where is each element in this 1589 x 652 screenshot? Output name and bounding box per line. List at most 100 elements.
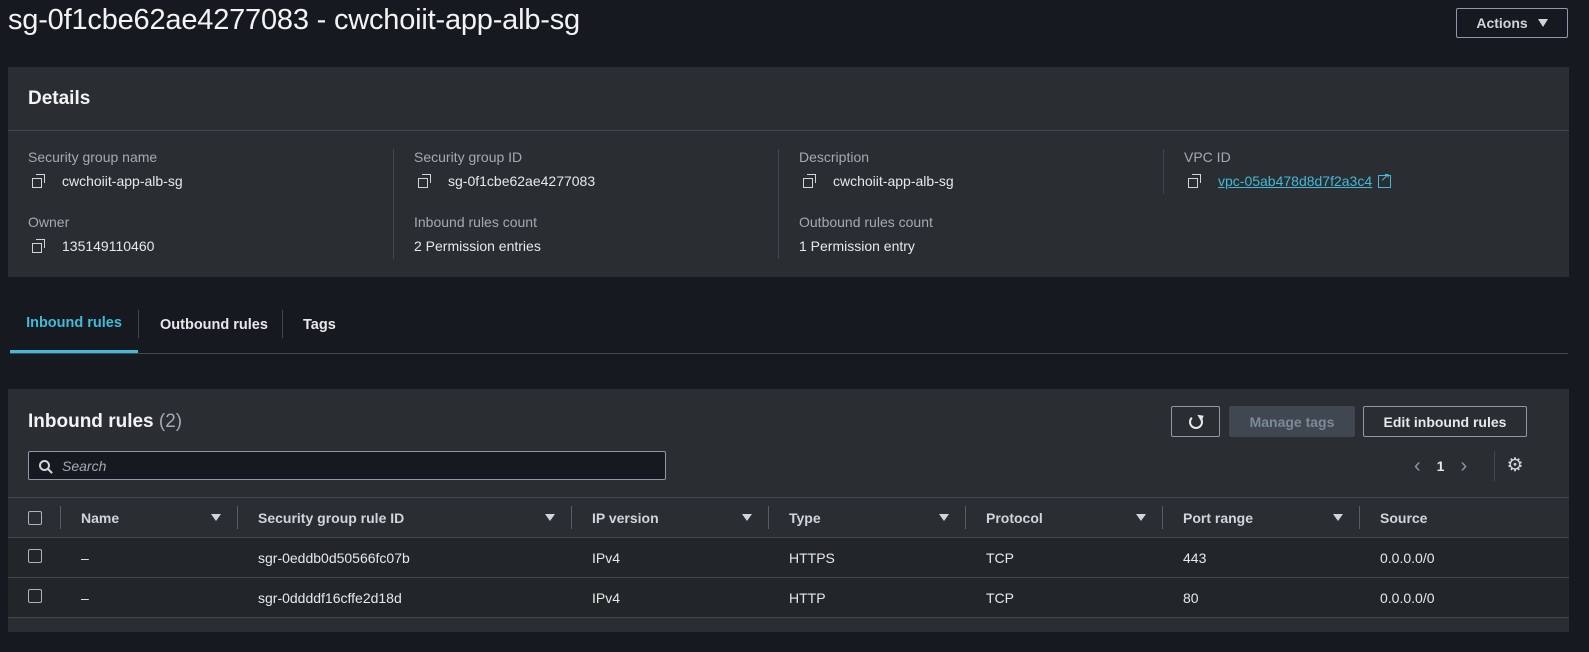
cell-protocol: TCP — [986, 549, 1014, 566]
tab-tags[interactable]: Tags — [303, 296, 336, 353]
outbound-count-value: 1 Permission entry — [799, 238, 915, 254]
actions-label: Actions — [1476, 15, 1528, 31]
cell-port-range: 443 — [1183, 549, 1207, 566]
details-column-2: Security group ID sg-0f1cbe62ae4277083 I… — [393, 149, 759, 259]
copy-icon[interactable] — [32, 174, 46, 188]
column-header-type[interactable]: Type — [769, 497, 966, 538]
column-header-port-range[interactable]: Port range — [1163, 497, 1360, 538]
gear-icon[interactable]: ⚙ — [1505, 455, 1525, 476]
select-all-checkbox[interactable] — [28, 510, 42, 525]
sort-icon[interactable] — [939, 514, 949, 521]
pager-divider — [1494, 451, 1495, 481]
copy-icon[interactable] — [803, 174, 817, 188]
details-header: Details — [8, 67, 1569, 131]
search-input[interactable] — [60, 456, 624, 475]
cell-name: – — [81, 589, 89, 606]
column-label: Type — [789, 509, 821, 526]
column-header-rule-id[interactable]: Security group rule ID — [238, 497, 572, 538]
column-header-ip-version[interactable]: IP version — [572, 497, 769, 538]
page-title: sg-0f1cbe62ae4277083 - cwchoiit-app-alb-… — [8, 4, 580, 36]
vpc-id-label: VPC ID — [1184, 149, 1231, 165]
owner-value: 135149110460 — [62, 238, 155, 254]
manage-tags-button[interactable]: Manage tags — [1229, 406, 1355, 437]
row-checkbox[interactable] — [28, 549, 42, 563]
column-header-protocol[interactable]: Protocol — [966, 497, 1163, 538]
table-header-row: Name Security group rule ID IP version T… — [8, 497, 1569, 538]
edit-inbound-rules-button[interactable]: Edit inbound rules — [1363, 406, 1527, 437]
cell-source: 0.0.0.0/0 — [1380, 589, 1435, 606]
cell-type: HTTPS — [789, 549, 835, 566]
tab-inbound-rules[interactable]: Inbound rules — [10, 296, 138, 353]
chevron-left-icon[interactable]: ‹ — [1414, 455, 1421, 478]
security-group-name-field: Security group name cwchoiit-app-alb-sg — [28, 149, 183, 189]
external-link-icon — [1378, 170, 1392, 188]
security-group-name-label: Security group name — [28, 149, 158, 165]
refresh-button[interactable] — [1171, 406, 1220, 437]
column-label: Name — [81, 509, 120, 526]
security-group-id-value: sg-0f1cbe62ae4277083 — [448, 173, 596, 189]
copy-icon[interactable] — [418, 174, 432, 188]
tab-divider — [282, 310, 283, 338]
pagination: ‹ 1 › — [1414, 455, 1467, 477]
outbound-count-label: Outbound rules count — [799, 214, 933, 230]
sort-icon[interactable] — [545, 514, 555, 521]
cell-ip-version: IPv4 — [592, 589, 621, 606]
cell-rule-id: sgr-0eddb0d50566fc07b — [258, 549, 410, 566]
description-label: Description — [799, 149, 870, 165]
select-all-header — [8, 497, 61, 538]
description-field: Description cwchoiit-app-alb-sg — [799, 149, 954, 189]
cell-protocol: TCP — [986, 589, 1014, 606]
vpc-id-field: VPC ID vpc-05ab478d8d7f2a3c4 — [1184, 149, 1392, 189]
column-header-name[interactable]: Name — [61, 497, 238, 538]
actions-button[interactable]: Actions — [1456, 8, 1568, 38]
tab-bar: Inbound rules Outbound rules Tags — [10, 296, 1568, 354]
cell-source: 0.0.0.0/0 — [1380, 549, 1435, 566]
tab-divider — [138, 310, 139, 338]
details-column-3: Description cwchoiit-app-alb-sg Outbound… — [778, 149, 1144, 259]
rules-table: Name Security group rule ID IP version T… — [8, 497, 1569, 618]
column-label: Security group rule ID — [258, 509, 405, 526]
table-row[interactable]: – sgr-0eddb0d50566fc07b IPv4 HTTPS TCP 4… — [8, 537, 1569, 578]
owner-label: Owner — [28, 214, 70, 230]
tab-outbound-rules[interactable]: Outbound rules — [160, 296, 268, 353]
description-value: cwchoiit-app-alb-sg — [833, 173, 954, 189]
refresh-icon — [1188, 414, 1203, 429]
inbound-count-label: Inbound rules count — [414, 214, 537, 230]
inbound-count-field: Inbound rules count 2 Permission entries — [414, 214, 541, 254]
sort-icon[interactable] — [742, 514, 752, 521]
search-icon — [39, 460, 50, 471]
cell-port-range: 80 — [1183, 589, 1199, 606]
security-group-id-label: Security group ID — [414, 149, 523, 165]
cell-type: HTTP — [789, 589, 826, 606]
security-group-name-value: cwchoiit-app-alb-sg — [62, 173, 183, 189]
security-group-id-field: Security group ID sg-0f1cbe62ae4277083 — [414, 149, 595, 189]
column-header-source[interactable]: Source — [1360, 497, 1569, 538]
search-box[interactable] — [28, 451, 666, 480]
chevron-right-icon[interactable]: › — [1460, 455, 1467, 478]
copy-icon[interactable] — [1188, 174, 1202, 188]
rules-title: Inbound rules (2) — [28, 411, 182, 433]
outbound-count-field: Outbound rules count 1 Permission entry — [799, 214, 933, 254]
page-number[interactable]: 1 — [1437, 458, 1445, 474]
column-label: Protocol — [986, 509, 1043, 526]
column-label: Source — [1380, 509, 1428, 526]
table-row[interactable]: – sgr-0ddddf16cffe2d18d IPv4 HTTP TCP 80… — [8, 577, 1569, 618]
cell-name: – — [81, 549, 89, 566]
inbound-count-value: 2 Permission entries — [414, 238, 541, 254]
copy-icon[interactable] — [32, 239, 46, 253]
column-label: IP version — [592, 509, 659, 526]
rules-title-text: Inbound rules — [28, 411, 154, 432]
cell-rule-id: sgr-0ddddf16cffe2d18d — [258, 589, 402, 606]
sort-icon[interactable] — [211, 514, 221, 521]
inbound-rules-panel: Inbound rules (2) Manage tags Edit inbou… — [8, 389, 1569, 632]
cell-ip-version: IPv4 — [592, 549, 621, 566]
sort-icon[interactable] — [1136, 514, 1146, 521]
caret-down-icon — [1537, 19, 1548, 27]
vpc-id-link[interactable]: vpc-05ab478d8d7f2a3c4 — [1218, 173, 1372, 189]
owner-field: Owner 135149110460 — [28, 214, 154, 254]
details-panel: Details Security group name cwchoiit-app… — [8, 67, 1569, 277]
row-checkbox[interactable] — [28, 589, 42, 603]
column-label: Port range — [1183, 509, 1254, 526]
details-column-4: VPC ID vpc-05ab478d8d7f2a3c4 — [1163, 149, 1529, 194]
sort-icon[interactable] — [1333, 514, 1343, 521]
